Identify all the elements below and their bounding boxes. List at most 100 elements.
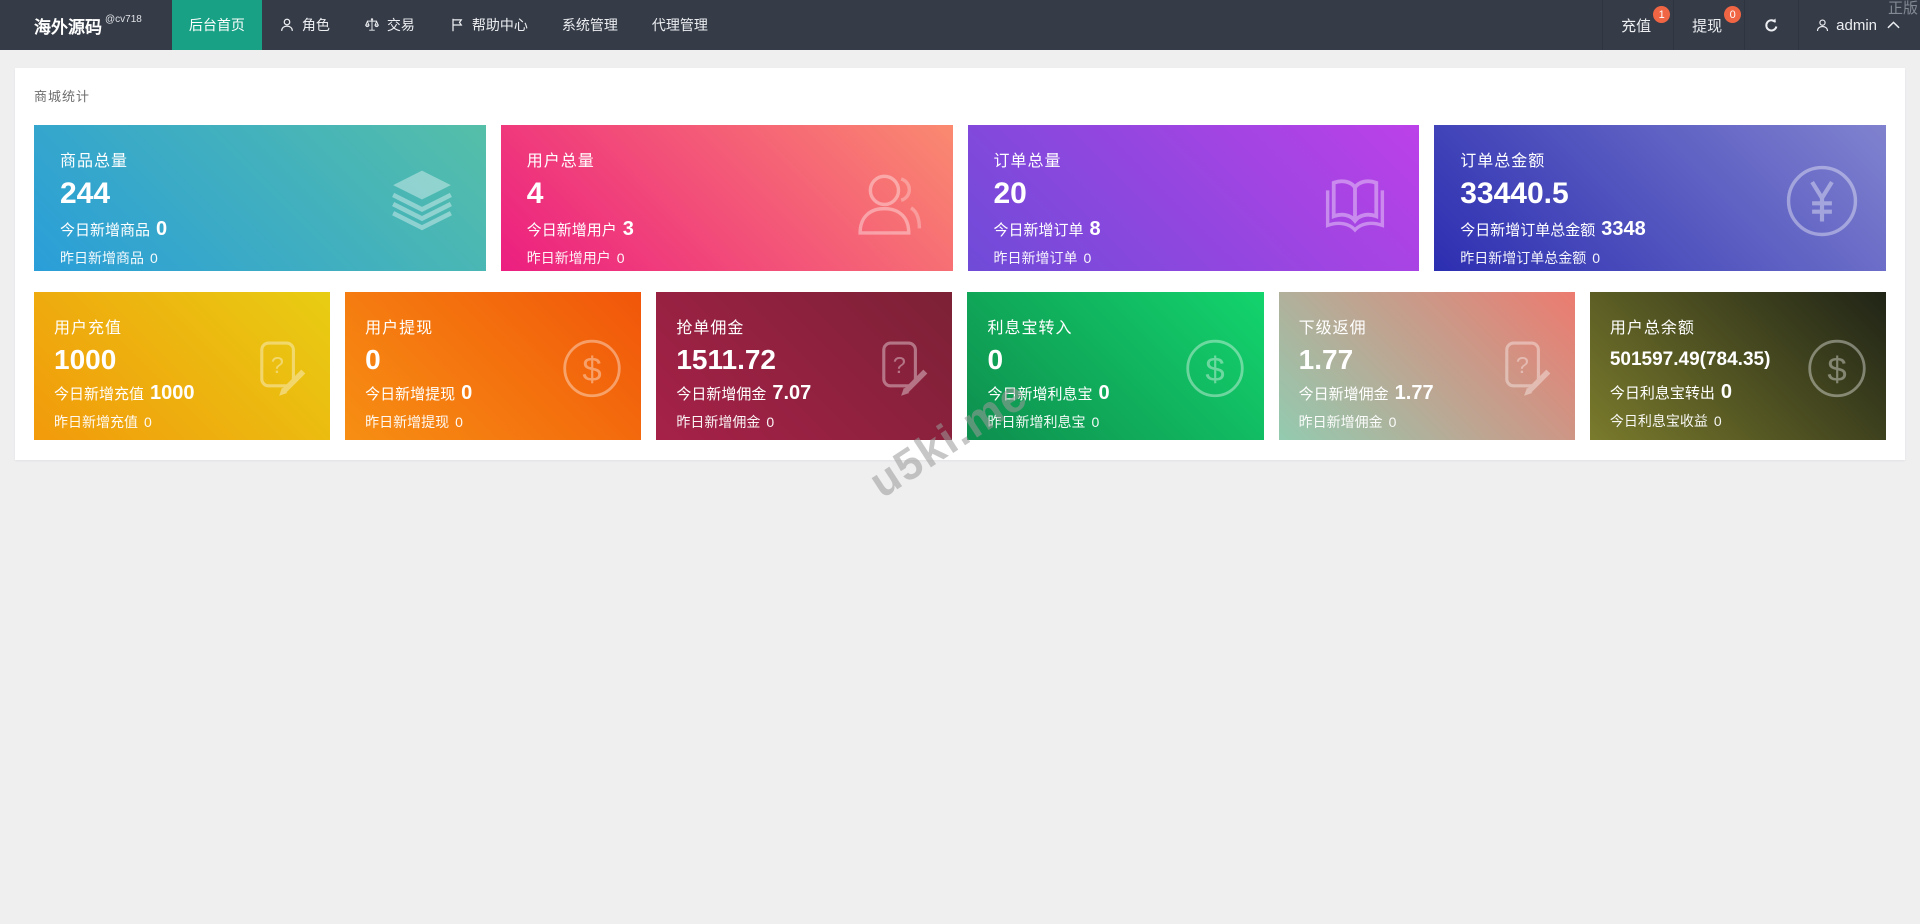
nav-system-management[interactable]: 系统管理	[545, 0, 635, 50]
stat-today-label: 今日新增充值	[54, 383, 144, 404]
stat-today-label: 今日利息宝转出	[1610, 382, 1715, 403]
nav-agent-management[interactable]: 代理管理	[635, 0, 725, 50]
stat-yesterday-line: 昨日新增充值0	[54, 412, 330, 432]
stat-card: 用户总余额501597.49(784.35)今日利息宝转出0今日利息宝收益0$	[1590, 292, 1886, 440]
stat-card: 订单总金额33440.5今日新增订单总金额3348昨日新增订单总金额0	[1434, 125, 1886, 271]
stat-yesterday-label: 昨日新增佣金	[1299, 412, 1383, 432]
stat-yesterday-value: 0	[1592, 250, 1600, 266]
nav-item-label: 代理管理	[652, 15, 708, 35]
stat-yesterday-label: 昨日新增提现	[365, 412, 449, 432]
stat-yesterday-line: 昨日新增订单0	[994, 248, 1420, 268]
stat-today-value: 7.07	[772, 383, 811, 403]
withdraw-button[interactable]: 提现0	[1673, 0, 1744, 50]
stats-row-2: 用户充值1000今日新增充值1000昨日新增充值0?用户提现0今日新增提现0昨日…	[34, 292, 1886, 440]
stat-yesterday-label: 昨日新增订单总金额	[1460, 248, 1586, 268]
nav-action-label: 充值	[1621, 15, 1651, 36]
nav-action-label: 提现	[1692, 15, 1722, 36]
nav-roles[interactable]: 角色	[262, 0, 347, 50]
book-icon	[1317, 163, 1393, 239]
stat-yesterday-value: 0	[1714, 413, 1722, 429]
stat-card: 订单总量20今日新增订单8昨日新增订单0	[968, 125, 1420, 271]
dollar-circle-icon: $	[1806, 337, 1868, 399]
user-name: admin	[1836, 17, 1877, 34]
chevron-up-icon	[1887, 21, 1900, 29]
svg-text:$: $	[1827, 351, 1846, 389]
stat-yesterday-label: 昨日新增商品	[60, 248, 144, 268]
recharge-button[interactable]: 充值1	[1602, 0, 1673, 50]
stat-card-title: 抢单佣金	[676, 314, 952, 338]
stat-card-title: 用户提现	[365, 314, 641, 338]
stat-today-value: 8	[1090, 219, 1101, 239]
stat-today-value: 1000	[150, 383, 195, 403]
stat-today-value: 0	[156, 219, 167, 239]
svg-text:?: ?	[271, 352, 284, 378]
stat-yesterday-line: 昨日新增佣金 0	[1299, 412, 1575, 432]
stat-today-label: 今日新增佣金	[1299, 383, 1389, 404]
app-logo[interactable]: 海外源码 @cv718	[0, 0, 172, 50]
stat-today-value: 0	[461, 383, 472, 403]
stat-yesterday-value: 0	[1389, 414, 1397, 430]
stat-card-title: 利息宝转入	[987, 314, 1263, 338]
refresh-icon	[1763, 17, 1780, 34]
notification-badge: 0	[1724, 6, 1741, 23]
stat-yesterday-line: 昨日新增商品 0	[60, 248, 486, 268]
stat-today-value: 0	[1721, 382, 1732, 402]
stat-yesterday-line: 今日利息宝收益 0	[1610, 411, 1886, 431]
panel-title: 商城统计	[34, 86, 1886, 105]
stat-today-label: 今日新增利息宝	[987, 383, 1092, 404]
stat-card-title: 用户总余额	[1610, 314, 1886, 338]
stat-yesterday-label: 昨日新增订单	[994, 248, 1078, 268]
quick-actions: 充值1提现0	[1602, 0, 1744, 50]
refresh-button[interactable]	[1744, 0, 1798, 50]
dollar-circle-icon: $	[561, 337, 623, 399]
stat-yesterday-label: 昨日新增用户	[527, 248, 611, 268]
stat-today-value: 3	[623, 219, 634, 239]
user-icon	[279, 17, 295, 33]
stat-yesterday-value: 0	[766, 414, 774, 430]
stat-yesterday-value: 0	[617, 250, 625, 266]
nav-item-label: 系统管理	[562, 15, 618, 35]
stat-today-label: 今日新增订单总金额	[1460, 219, 1595, 240]
doc-edit-icon: ?	[872, 337, 934, 399]
top-navbar: 海外源码 @cv718 后台首页角色交易帮助中心系统管理代理管理 充值1提现0 …	[0, 0, 1920, 50]
stat-yesterday-label: 昨日新增佣金	[676, 412, 760, 432]
stat-today-label: 今日新增用户	[527, 219, 617, 240]
app-logo-badge: @cv718	[105, 14, 142, 25]
layers-icon	[384, 163, 460, 239]
svg-text:$: $	[583, 351, 602, 389]
stat-today-label: 今日新增订单	[994, 219, 1084, 240]
stats-panel: 商城统计 商品总量244今日新增商品0昨日新增商品0用户总量4今日新增用户3昨日…	[15, 68, 1905, 460]
stat-yesterday-value: 0	[455, 414, 463, 430]
stat-card: 利息宝转入0今日新增利息宝0昨日新增利息宝0$	[967, 292, 1263, 440]
notification-badge: 1	[1653, 6, 1670, 23]
nav-trade[interactable]: 交易	[347, 0, 432, 50]
scales-icon	[364, 17, 380, 33]
stat-yesterday-value: 0	[150, 250, 158, 266]
user-icon	[1815, 18, 1830, 33]
nav-help-center[interactable]: 帮助中心	[432, 0, 545, 50]
stat-yesterday-line: 昨日新增利息宝 0	[987, 412, 1263, 432]
stat-yesterday-line: 昨日新增用户 0	[527, 248, 953, 268]
stat-today-value: 3348	[1601, 219, 1646, 239]
stat-today-value: 0	[1099, 383, 1110, 403]
nav-item-label: 后台首页	[189, 15, 245, 35]
nav-home[interactable]: 后台首页	[172, 0, 262, 50]
nav-item-label: 交易	[387, 15, 415, 35]
stat-yesterday-label: 昨日新增充值	[54, 412, 138, 432]
stat-today-value: 1.77	[1395, 383, 1434, 403]
flag-icon	[449, 17, 465, 33]
dollar-circle-icon: $	[1184, 337, 1246, 399]
main-menu: 后台首页角色 交易帮助中心系统管理 代理管理	[172, 0, 725, 50]
stat-card: 用户充值1000今日新增充值1000昨日新增充值0?	[34, 292, 330, 440]
stat-card-title: 下级返佣	[1299, 314, 1575, 338]
stat-yesterday-value: 0	[1091, 414, 1099, 430]
stats-row-1: 商品总量244今日新增商品0昨日新增商品0用户总量4今日新增用户3昨日新增用户0…	[34, 125, 1886, 271]
app-logo-text: 海外源码	[34, 13, 102, 38]
stat-yesterday-line: 昨日新增订单总金额 0	[1460, 248, 1886, 268]
svg-text:?: ?	[893, 352, 906, 378]
doc-edit-icon: ?	[1495, 337, 1557, 399]
stat-card: 商品总量244今日新增商品0昨日新增商品0	[34, 125, 486, 271]
stat-yesterday-label: 今日利息宝收益	[1610, 411, 1708, 431]
svg-text:?: ?	[1516, 352, 1529, 378]
stat-yesterday-label: 昨日新增利息宝	[987, 412, 1085, 432]
